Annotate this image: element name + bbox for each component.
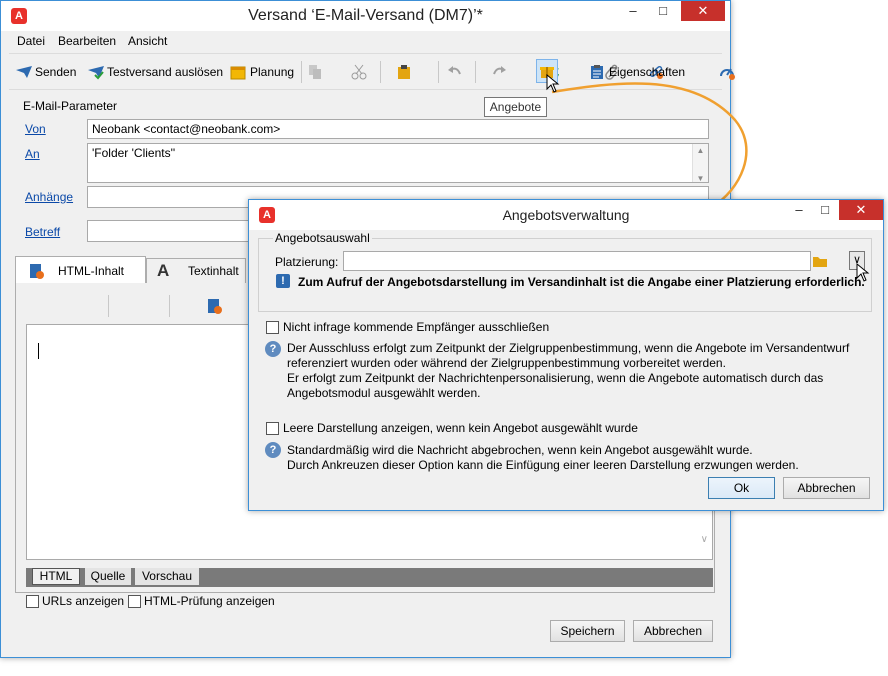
tab-html-content-label: HTML-Inhalt (58, 264, 125, 278)
tab-text-content-label: Textinhalt (188, 264, 239, 278)
to-link[interactable]: An (25, 147, 40, 161)
to-value: 'Folder 'Clients'' (92, 146, 176, 160)
tab-text-content[interactable]: A Textinhalt (146, 258, 246, 284)
main-titlebar: A Versand ‘E-Mail-Versand (DM7)’* – □ ✕ (1, 1, 730, 31)
toolbar-separator (475, 61, 476, 83)
dialog-cancel-button[interactable]: Abbrechen (783, 477, 870, 499)
empty-rendering-label: Leere Darstellung anzeigen, wenn kein An… (283, 421, 638, 435)
toolbar-separator (301, 61, 302, 83)
save-button[interactable]: Speichern (550, 620, 625, 642)
offer-management-dialog: A Angebotsverwaltung – □ ✕ Angebotsauswa… (248, 199, 884, 511)
html-file-icon (28, 263, 44, 279)
tab-html-content[interactable]: HTML-Inhalt (15, 256, 146, 284)
cut-icon[interactable] (351, 64, 367, 80)
send-button[interactable]: Senden (15, 62, 76, 82)
test-send-label: Testversand auslösen (107, 65, 224, 79)
exclude-recipients-checkbox[interactable] (266, 321, 279, 334)
placement-warning: Zum Aufruf der Angebotsdarstellung im Ve… (298, 275, 865, 289)
info-icon: ? (265, 442, 281, 458)
tab-html[interactable]: HTML (32, 568, 80, 585)
subject-link[interactable]: Betreff (25, 225, 60, 239)
redo-icon[interactable] (491, 64, 507, 80)
ok-button[interactable]: Ok (708, 477, 775, 499)
exclude-info-line-1: Der Ausschluss erfolgt zum Zeitpunkt der… (287, 341, 850, 355)
empty-info-line-1: Standardmäßig wird die Nachricht abgebro… (287, 443, 753, 457)
close-button[interactable]: ✕ (681, 1, 725, 21)
empty-info-line-2: Durch Ankreuzen dieser Option kann die E… (287, 458, 799, 472)
offer-selection-group-label: Angebotsauswahl (273, 231, 372, 245)
maximize-button[interactable]: □ (649, 1, 677, 21)
menu-datei[interactable]: Datei (17, 34, 45, 48)
menu-bearbeiten[interactable]: Bearbeiten (58, 34, 116, 48)
editor-toolbar-separator (169, 295, 170, 317)
placement-label: Platzierung: (275, 255, 339, 269)
editor-scroll-down[interactable]: ∨ (701, 534, 708, 545)
tab-source[interactable]: Quelle (85, 568, 131, 585)
empty-rendering-checkbox[interactable] (266, 422, 279, 435)
attachments-link[interactable]: Anhänge (25, 190, 73, 204)
menu-divider (9, 53, 722, 54)
warning-icon: ! (276, 274, 290, 288)
send-label: Senden (35, 65, 77, 79)
cancel-button[interactable]: Abbrechen (633, 620, 713, 642)
dialog-titlebar: A Angebotsverwaltung – □ ✕ (249, 200, 883, 230)
dialog-close-button[interactable]: ✕ (839, 200, 883, 220)
dialog-minimize-button[interactable]: – (785, 200, 813, 220)
offers-tooltip: Angebote (484, 97, 547, 117)
html-check-label: HTML-Prüfung anzeigen (144, 594, 275, 608)
toolbar-separator (438, 61, 439, 83)
folder-icon[interactable] (812, 253, 828, 269)
test-send-button[interactable]: Testversand auslösen (87, 62, 223, 82)
from-link[interactable]: Von (25, 122, 46, 136)
paste-icon[interactable] (396, 64, 412, 80)
html-file-icon[interactable] (206, 298, 223, 314)
schedule-button[interactable]: Planung (230, 62, 294, 82)
copy-icon[interactable] (307, 64, 323, 80)
html-check-checkbox[interactable] (128, 595, 141, 608)
minimize-button[interactable]: – (619, 1, 647, 21)
show-urls-checkbox[interactable] (26, 595, 39, 608)
exclude-info-line-4: Angebotsmodul ausgewählt werden. (287, 386, 481, 400)
calendar-icon (230, 64, 246, 80)
email-params-group-label: E-Mail-Parameter (23, 99, 118, 113)
dialog-maximize-button[interactable]: □ (811, 200, 839, 220)
schedule-label: Planung (250, 65, 295, 79)
text-cursor (38, 343, 39, 359)
envelope-icon (15, 64, 32, 80)
exclude-info-line-2: referenziert wurden oder während der Zie… (287, 356, 726, 370)
undo-icon[interactable] (447, 64, 463, 80)
placement-input[interactable] (343, 251, 811, 271)
test-send-icon (87, 64, 104, 80)
editor-toolbar-separator (108, 295, 109, 317)
show-urls-label: URLs anzeigen (42, 594, 125, 608)
font-a-icon: A (157, 261, 170, 280)
exclude-info-line-3: Er erfolgt zum Zeitpunkt der Nachrichten… (287, 371, 824, 385)
mouse-pointer-icon (546, 74, 560, 93)
toolbar-separator (380, 61, 381, 83)
menu-ansicht[interactable]: Ansicht (128, 34, 167, 48)
info-icon: ? (265, 341, 281, 357)
exclude-recipients-label: Nicht infrage kommende Empfänger ausschl… (283, 320, 550, 334)
tab-preview[interactable]: Vorschau (135, 568, 199, 585)
